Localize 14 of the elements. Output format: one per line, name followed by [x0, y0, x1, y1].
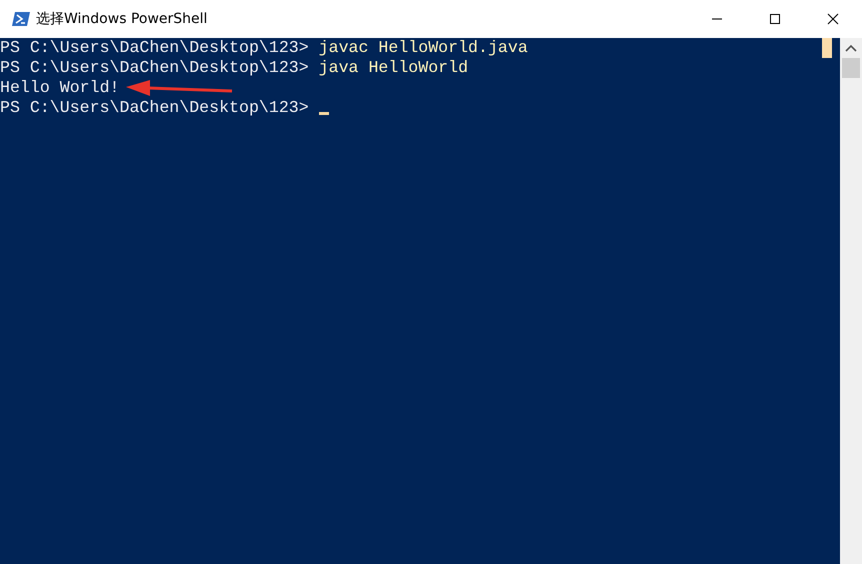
close-icon: [827, 13, 839, 25]
prompt-text: PS C:\Users\DaChen\Desktop\123>: [0, 38, 310, 58]
powershell-icon: [12, 11, 30, 27]
output-text: Hello World!: [0, 78, 120, 98]
scroll-thumb[interactable]: [842, 58, 860, 78]
scroll-marker: [822, 38, 832, 58]
prompt-text: PS C:\Users\DaChen\Desktop\123>: [0, 98, 310, 118]
prompt-text: PS C:\Users\DaChen\Desktop\123>: [0, 58, 310, 78]
command-text: javac HelloWorld.java: [318, 38, 528, 58]
console-area[interactable]: PS C:\Users\DaChen\Desktop\123> javac HelloWorld.java PS C:\Users\DaChen\Desktop\123> java HelloWorld Hello World! PS C:\Users\DaChen\Desktop\123>: [0, 38, 840, 564]
maximize-icon: [769, 13, 781, 25]
command-text: java HelloWorld: [318, 58, 468, 78]
window-title: 选择Windows PowerShell: [36, 10, 208, 28]
text-cursor: [318, 112, 329, 114]
